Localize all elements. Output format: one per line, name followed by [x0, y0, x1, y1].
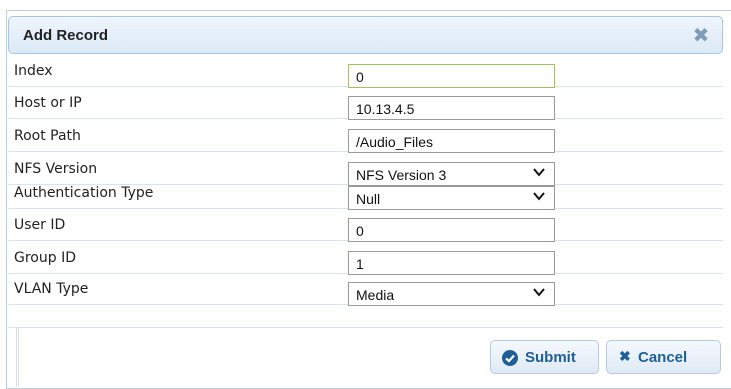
submit-button[interactable]: Submit: [490, 340, 599, 374]
x-icon: ✖: [619, 348, 631, 364]
chevron-down-icon: [533, 168, 545, 177]
row-nfs-version: NFS Version NFS Version 3: [8, 160, 723, 186]
chevron-down-icon: [533, 192, 545, 201]
dialog-title-bar: Add Record ✖: [8, 16, 723, 54]
root-path-input[interactable]: /Audio_Files: [348, 129, 555, 153]
group-id-value: 1: [356, 256, 364, 272]
user-id-value: 0: [356, 223, 364, 239]
submit-label: Submit: [525, 349, 576, 366]
cancel-label: Cancel: [638, 349, 688, 366]
vlan-type-select[interactable]: Media: [348, 282, 555, 306]
row-index: Index 0: [8, 62, 723, 88]
authentication-type-label: Authentication Type: [14, 185, 154, 201]
row-host-or-ip: Host or IP 10.13.4.5: [8, 94, 723, 120]
vlan-type-label: VLAN Type: [14, 281, 89, 297]
row-authentication-type: Authentication Type Null: [8, 184, 723, 210]
row-vlan-type: VLAN Type Media: [8, 280, 723, 306]
group-id-input[interactable]: 1: [348, 251, 555, 275]
dialog-footer: Submit ✖ Cancel: [8, 327, 723, 386]
nfs-version-label: NFS Version: [14, 161, 98, 177]
check-circle-icon: [502, 350, 518, 366]
dialog-title: Add Record: [23, 27, 109, 44]
nfs-version-value: NFS Version 3: [356, 167, 447, 183]
index-label: Index: [14, 63, 53, 79]
row-user-id: User ID 0: [8, 216, 723, 242]
user-id-input[interactable]: 0: [348, 218, 555, 242]
host-or-ip-value: 10.13.4.5: [356, 101, 415, 117]
authentication-type-value: Null: [356, 191, 381, 207]
index-value: 0: [356, 69, 364, 85]
group-id-label: Group ID: [14, 250, 76, 266]
nfs-version-select[interactable]: NFS Version 3: [348, 162, 555, 186]
close-icon[interactable]: ✖: [690, 24, 712, 46]
index-input[interactable]: 0: [348, 64, 555, 88]
host-or-ip-input[interactable]: 10.13.4.5: [348, 96, 555, 120]
chevron-down-icon: [533, 288, 545, 297]
user-id-label: User ID: [14, 217, 66, 233]
root-path-label: Root Path: [14, 128, 81, 144]
cancel-button[interactable]: ✖ Cancel: [606, 340, 721, 374]
row-root-path: Root Path /Audio_Files: [8, 127, 723, 153]
row-group-id: Group ID 1: [8, 249, 723, 275]
root-path-value: /Audio_Files: [356, 134, 434, 150]
vlan-type-value: Media: [356, 287, 395, 303]
host-or-ip-label: Host or IP: [14, 95, 82, 111]
authentication-type-select[interactable]: Null: [348, 186, 555, 210]
